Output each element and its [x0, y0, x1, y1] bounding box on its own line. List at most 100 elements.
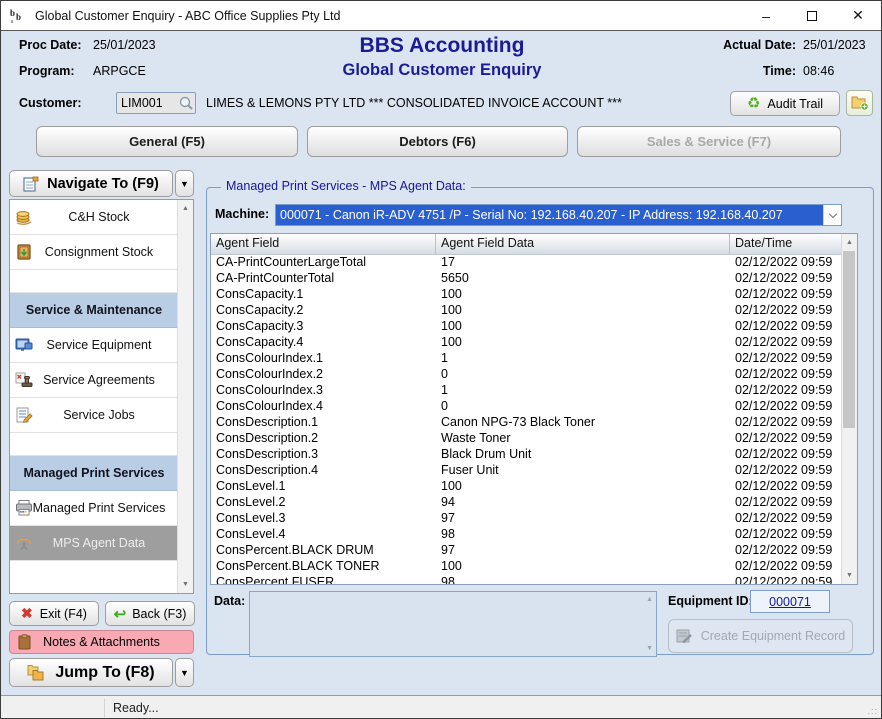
cell-agent-field: ConsCapacity.1 — [211, 287, 436, 303]
jump-icon — [27, 664, 46, 681]
table-row[interactable]: ConsDescription.4Fuser Unit02/12/2022 09… — [211, 463, 842, 479]
search-icon[interactable] — [178, 95, 195, 112]
navigate-to-button[interactable]: Navigate To (F9) — [9, 170, 173, 197]
table-row[interactable]: ConsCapacity.210002/12/2022 09:59 — [211, 303, 842, 319]
sidebar-item-service-equipment[interactable]: Service Equipment — [10, 328, 178, 363]
scrollbar-thumb[interactable] — [843, 251, 855, 428]
sidebar-item-consignment-stock[interactable]: Consignment Stock — [10, 235, 178, 270]
jump-to-dropdown[interactable]: ▼ — [175, 658, 194, 687]
equipment-id-link[interactable]: 000071 — [769, 595, 811, 609]
tab-debtors[interactable]: Debtors (F6) — [307, 126, 568, 157]
scroll-down-icon: ▼ — [646, 645, 653, 652]
cell-agent-field: ConsColourIndex.1 — [211, 351, 436, 367]
cell-date-time: 02/12/2022 09:59 — [730, 575, 842, 585]
back-button[interactable]: ↩ Back (F3) — [105, 601, 195, 626]
cell-agent-field-data: 97 — [436, 511, 730, 527]
table-row[interactable]: CA-PrintCounterLargeTotal1702/12/2022 09… — [211, 255, 842, 271]
table-row[interactable]: ConsCapacity.310002/12/2022 09:59 — [211, 319, 842, 335]
table-row[interactable]: ConsLevel.39702/12/2022 09:59 — [211, 511, 842, 527]
agent-data-table: Agent FieldAgent Field DataDate/Time CA-… — [210, 233, 858, 585]
jump-to-button[interactable]: Jump To (F8) — [9, 658, 173, 687]
sidebar-item-service-jobs[interactable]: Service Jobs — [10, 398, 178, 433]
maximize-button[interactable] — [789, 1, 835, 30]
table-row[interactable]: ConsColourIndex.2002/12/2022 09:59 — [211, 367, 842, 383]
window-title: Global Customer Enquiry - ABC Office Sup… — [35, 9, 340, 23]
cell-agent-field-data: 1 — [436, 351, 730, 367]
scroll-up-icon[interactable]: ▲ — [842, 235, 857, 250]
notes-attachments-button[interactable]: Notes & Attachments — [9, 630, 194, 654]
cell-agent-field-data: Black Drum Unit — [436, 447, 730, 463]
table-row[interactable]: ConsLevel.49802/12/2022 09:59 — [211, 527, 842, 543]
antenna-icon — [15, 534, 33, 552]
sidebar-spacer — [10, 270, 178, 293]
table-row[interactable]: ConsPercent.BLACK DRUM9702/12/2022 09:59 — [211, 543, 842, 559]
table-row[interactable]: ConsLevel.110002/12/2022 09:59 — [211, 479, 842, 495]
cell-agent-field: ConsDescription.4 — [211, 463, 436, 479]
table-row[interactable]: ConsLevel.29402/12/2022 09:59 — [211, 495, 842, 511]
actual-date-label: Actual Date: — [723, 38, 796, 52]
cell-agent-field: ConsPercent.BLACK TONER — [211, 559, 436, 575]
table-row[interactable]: ConsPercent.FUSER9802/12/2022 09:59 — [211, 575, 842, 585]
table-row[interactable]: ConsDescription.2Waste Toner02/12/2022 0… — [211, 431, 842, 447]
table-row[interactable]: ConsPercent.BLACK TONER10002/12/2022 09:… — [211, 559, 842, 575]
sidebar-item-service-agreements[interactable]: Service Agreements — [10, 363, 178, 398]
cell-agent-field-data: 100 — [436, 287, 730, 303]
data-textarea[interactable]: ▲ ▼ — [249, 591, 657, 657]
cell-agent-field: CA-PrintCounterLargeTotal — [211, 255, 436, 271]
column-header-agent-field-data[interactable]: Agent Field Data — [436, 234, 730, 254]
cell-agent-field-data: 100 — [436, 559, 730, 575]
cell-agent-field: ConsCapacity.2 — [211, 303, 436, 319]
table-row[interactable]: ConsColourIndex.1102/12/2022 09:59 — [211, 351, 842, 367]
resize-grip[interactable]: .:: — [867, 706, 878, 716]
navigate-icon — [23, 176, 39, 192]
tab-general[interactable]: General (F5) — [36, 126, 298, 157]
sidebar-item-label: Managed Print Services — [10, 501, 178, 515]
customer-code-field[interactable]: LIM001 — [116, 92, 196, 114]
sidebar-header-label: Service & Maintenance — [10, 303, 178, 317]
cell-agent-field-data: 17 — [436, 255, 730, 271]
table-row[interactable]: ConsCapacity.110002/12/2022 09:59 — [211, 287, 842, 303]
scroll-down-icon[interactable]: ▼ — [842, 568, 857, 583]
cell-agent-field: ConsColourIndex.2 — [211, 367, 436, 383]
coins-icon — [15, 208, 33, 226]
table-row[interactable]: ConsDescription.1Canon NPG-73 Black Tone… — [211, 415, 842, 431]
create-record-icon — [676, 629, 693, 644]
machine-dropdown[interactable]: 000071 - Canon iR-ADV 4751 /P - Serial N… — [275, 204, 842, 226]
navigate-to-dropdown[interactable]: ▼ — [175, 170, 194, 197]
audit-trail-label: Audit Trail — [767, 97, 823, 111]
cell-agent-field: ConsLevel.2 — [211, 495, 436, 511]
table-row[interactable]: ConsColourIndex.4002/12/2022 09:59 — [211, 399, 842, 415]
cell-agent-field-data: 100 — [436, 479, 730, 495]
table-row[interactable]: ConsColourIndex.3102/12/2022 09:59 — [211, 383, 842, 399]
exit-button[interactable]: ✖ Exit (F4) — [9, 601, 99, 626]
cell-date-time: 02/12/2022 09:59 — [730, 319, 842, 335]
back-label: Back (F3) — [132, 607, 186, 621]
cell-date-time: 02/12/2022 09:59 — [730, 447, 842, 463]
equipment-id-field[interactable]: 000071 — [750, 590, 830, 613]
close-button[interactable]: ✕ — [835, 1, 881, 30]
sidebar-item-managed-print-services[interactable]: Managed Print Services — [10, 491, 178, 526]
column-header-agent-field[interactable]: Agent Field — [211, 234, 436, 254]
tab-sales-service: Sales & Service (F7) — [577, 126, 841, 157]
cell-date-time: 02/12/2022 09:59 — [730, 543, 842, 559]
scroll-up-icon[interactable]: ▲ — [178, 201, 193, 216]
cell-date-time: 02/12/2022 09:59 — [730, 287, 842, 303]
sidebar-spacer — [10, 433, 178, 456]
table-row[interactable]: CA-PrintCounterTotal565002/12/2022 09:59 — [211, 271, 842, 287]
minimize-button[interactable]: – — [743, 1, 789, 30]
cell-agent-field-data: 98 — [436, 527, 730, 543]
audit-trail-button[interactable]: ♻ Audit Trail — [730, 91, 840, 116]
cell-date-time: 02/12/2022 09:59 — [730, 367, 842, 383]
table-row[interactable]: ConsDescription.3Black Drum Unit02/12/20… — [211, 447, 842, 463]
scroll-down-icon[interactable]: ▼ — [178, 577, 193, 592]
combo-chevron-down-icon[interactable] — [823, 205, 841, 225]
sidebar-item-c-h-stock[interactable]: C&H Stock — [10, 200, 178, 235]
column-header-date-time[interactable]: Date/Time — [730, 234, 842, 254]
sidebar-item-mps-agent-data[interactable]: MPS Agent Data — [10, 526, 178, 561]
folder-add-button[interactable] — [846, 90, 873, 116]
table-row[interactable]: ConsCapacity.410002/12/2022 09:59 — [211, 335, 842, 351]
cell-agent-field: ConsLevel.4 — [211, 527, 436, 543]
table-scrollbar[interactable]: ▲ ▼ — [841, 234, 857, 584]
nav-scrollbar[interactable]: ▲ ▼ — [177, 200, 193, 593]
cell-date-time: 02/12/2022 09:59 — [730, 431, 842, 447]
